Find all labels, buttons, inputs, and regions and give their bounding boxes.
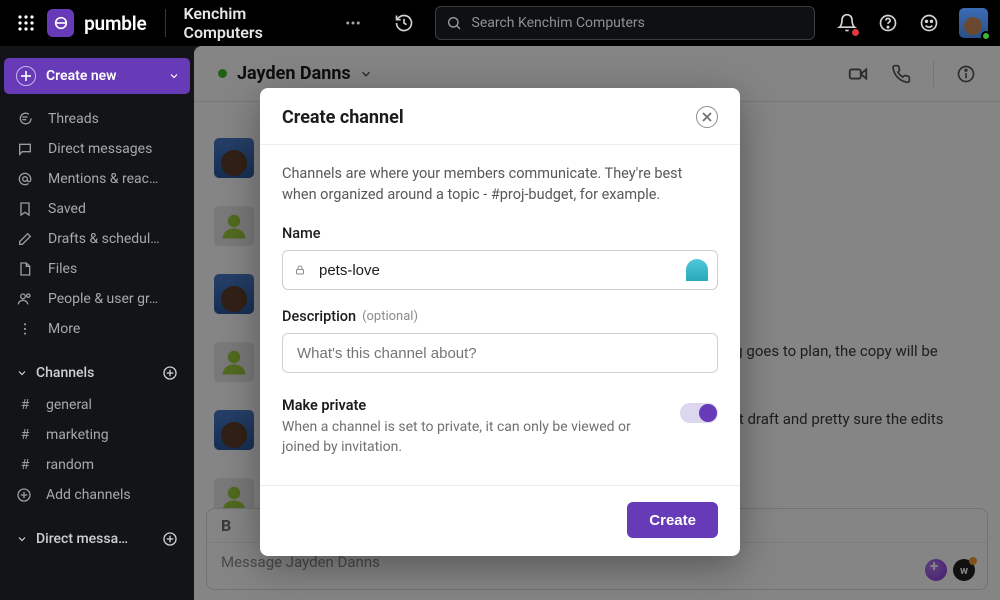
- hash-icon: #: [16, 457, 34, 473]
- presence-indicator: [981, 31, 991, 41]
- emoji-icon[interactable]: [912, 6, 945, 40]
- dm-section-header[interactable]: Direct messa…: [0, 522, 194, 556]
- nav-people[interactable]: People & user gr…: [0, 284, 194, 314]
- chevron-down-icon: [12, 533, 32, 545]
- make-private-subtitle: When a channel is set to private, it can…: [282, 418, 660, 457]
- logo-icon: [47, 9, 74, 37]
- channel-general[interactable]: #general: [0, 390, 194, 420]
- threads-icon: [16, 111, 34, 127]
- vpn-icon: [686, 259, 708, 281]
- people-icon: [16, 291, 34, 307]
- sidebar: Create new Threads Direct messages Menti…: [0, 46, 194, 600]
- more-icon: [16, 321, 34, 337]
- workspace-name[interactable]: Kenchim Computers: [183, 4, 324, 42]
- nav-drafts[interactable]: Drafts & schedul…: [0, 224, 194, 254]
- plus-icon: [16, 66, 36, 86]
- close-icon[interactable]: [696, 106, 718, 128]
- channel-marketing[interactable]: #marketing: [0, 420, 194, 450]
- optional-label: (optional): [362, 309, 418, 324]
- channels-section-header[interactable]: Channels: [0, 356, 194, 390]
- nav-threads[interactable]: Threads: [0, 104, 194, 134]
- nav-direct-messages[interactable]: Direct messages: [0, 134, 194, 164]
- make-private-title: Make private: [282, 397, 660, 414]
- hash-icon: #: [16, 397, 34, 413]
- create-new-label: Create new: [46, 68, 117, 84]
- file-icon: [16, 261, 34, 277]
- create-channel-modal: Create channel Channels are where your m…: [260, 88, 740, 556]
- create-new-button[interactable]: Create new: [4, 58, 190, 94]
- add-dm-icon[interactable]: [158, 527, 182, 551]
- nav-more[interactable]: More: [0, 314, 194, 344]
- workspace-more-icon[interactable]: [341, 10, 366, 36]
- help-icon[interactable]: [871, 6, 904, 40]
- create-button[interactable]: Create: [627, 502, 718, 538]
- divider: [165, 9, 166, 37]
- nav-files[interactable]: Files: [0, 254, 194, 284]
- add-channels-link[interactable]: Add channels: [0, 480, 194, 510]
- modal-description: Channels are where your members communic…: [282, 163, 718, 205]
- bookmark-icon: [16, 201, 34, 217]
- notification-badge: [852, 29, 859, 36]
- modal-title: Create channel: [282, 107, 404, 128]
- dm-icon: [16, 141, 34, 157]
- make-private-toggle[interactable]: [680, 403, 718, 423]
- description-label: Description: [282, 308, 356, 325]
- nav-saved[interactable]: Saved: [0, 194, 194, 224]
- channel-name-input[interactable]: [282, 250, 718, 290]
- search-placeholder: Search Kenchim Computers: [472, 15, 645, 31]
- lock-icon: [294, 264, 306, 276]
- nav-mentions[interactable]: Mentions & reac…: [0, 164, 194, 194]
- channel-description-input[interactable]: [282, 333, 718, 373]
- apps-grid-icon[interactable]: [12, 9, 39, 37]
- at-icon: [16, 171, 34, 187]
- top-bar: pumble Kenchim Computers Search Kenchim …: [0, 0, 1000, 46]
- name-label: Name: [282, 225, 718, 242]
- notifications-icon[interactable]: [831, 6, 864, 40]
- user-avatar[interactable]: [959, 8, 988, 38]
- channel-random[interactable]: #random: [0, 450, 194, 480]
- brand-name: pumble: [84, 12, 146, 35]
- draft-icon: [16, 231, 34, 247]
- chevron-down-icon: [12, 367, 32, 379]
- history-icon[interactable]: [388, 6, 421, 40]
- search-input[interactable]: Search Kenchim Computers: [435, 6, 815, 40]
- plus-circle-icon: [16, 487, 34, 503]
- add-channel-icon[interactable]: [158, 361, 182, 385]
- hash-icon: #: [16, 427, 34, 443]
- chevron-down-icon: [168, 70, 180, 82]
